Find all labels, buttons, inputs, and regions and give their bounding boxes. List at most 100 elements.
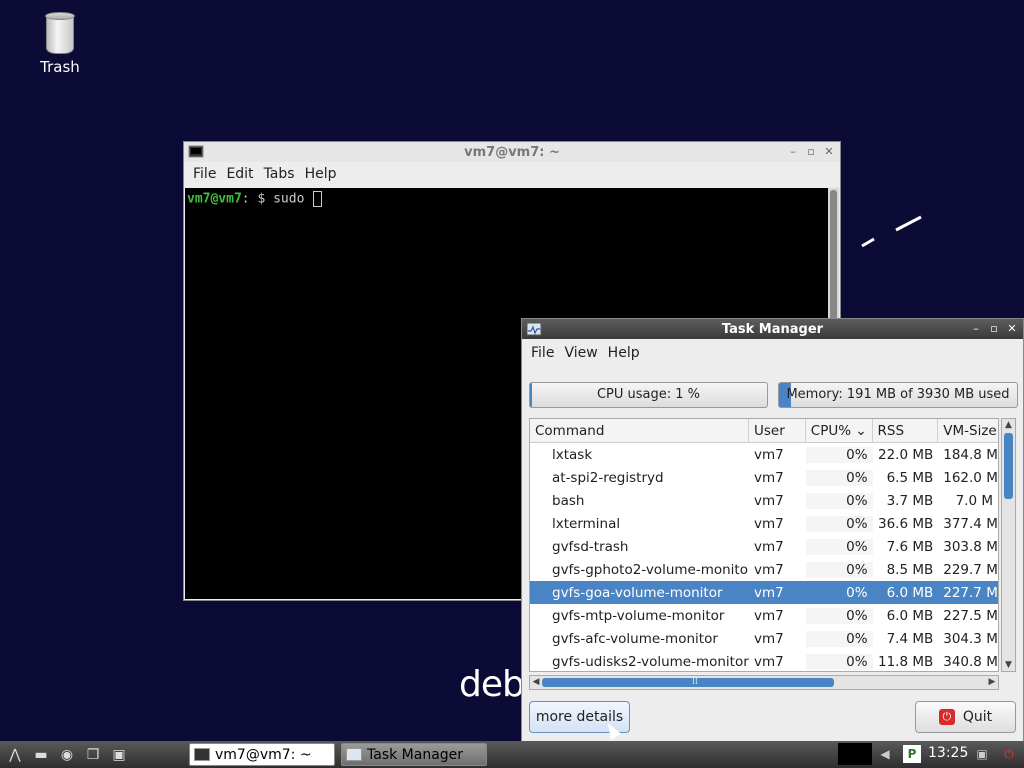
process-command: gvfsd-trash	[552, 538, 629, 555]
maximize-icon[interactable]: ▫	[987, 322, 1001, 336]
table-row[interactable]: at-spi2-registryd vm7 0% 6.5 MB 162.0 M	[530, 466, 998, 489]
table-row[interactable]: gvfs-mtp-volume-monitor vm7 0% 6.0 MB 227.5 …	[530, 604, 998, 627]
menu-tabs[interactable]: Tabs	[259, 166, 300, 182]
file-manager-icon[interactable]: ▬	[30, 745, 52, 765]
process-user: vm7	[754, 469, 784, 486]
task-manager-titlebar[interactable]: Task Manager – ▫ ✕	[522, 319, 1023, 339]
column-command[interactable]: Command	[530, 419, 749, 442]
column-cpu[interactable]: CPU% ⌄	[806, 419, 873, 442]
table-row[interactable]: gvfs-gphoto2-volume-monitor vm7 0% 8.5 MB 22…	[530, 558, 998, 581]
process-rss: 8.5 MB	[886, 561, 934, 578]
terminal-titlebar[interactable]: vm7@vm7: ~ – ▫ ✕	[184, 142, 840, 162]
column-cpu-label: CPU%	[810, 423, 852, 439]
memory-usage-bar: Memory: 191 MB of 3930 MB used	[778, 382, 1018, 408]
process-vm-size: 340.8 M	[943, 653, 998, 670]
menu-file[interactable]: File	[526, 345, 559, 361]
menu-view[interactable]: View	[559, 345, 602, 361]
close-icon[interactable]: ✕	[822, 145, 836, 159]
process-rss: 7.6 MB	[886, 538, 934, 555]
taskbar-task-task-manager[interactable]: Task Manager	[341, 743, 487, 766]
table-row[interactable]: bash vm7 0% 3.7 MB 7.0 M	[530, 489, 998, 512]
maximize-icon[interactable]: ▫	[804, 145, 818, 159]
column-rss[interactable]: RSS	[873, 419, 939, 442]
taskbar-task-terminal-label: vm7@vm7: ~	[215, 746, 312, 763]
prompt-command: : $ sudo	[241, 191, 313, 207]
process-command: gvfs-udisks2-volume-monitor	[552, 653, 749, 670]
process-command: lxtask	[552, 446, 593, 463]
taskbar-task-terminal[interactable]: vm7@vm7: ~	[189, 743, 335, 766]
scroll-down-icon[interactable]: ▼	[1002, 659, 1015, 671]
table-row[interactable]: gvfs-goa-volume-monitor vm7 0% 6.0 MB 227.7 …	[530, 581, 998, 604]
process-cpu: 0%	[805, 469, 873, 486]
horizontal-scroll-thumb[interactable]: ⁞⁞	[542, 677, 834, 687]
process-cpu: 0%	[805, 607, 873, 624]
task-manager-window-icon	[526, 322, 542, 336]
memory-usage-text: Memory: 191 MB of 3930 MB used	[786, 387, 1010, 402]
process-user: vm7	[754, 515, 784, 532]
minimize-icon[interactable]: –	[786, 145, 800, 159]
vertical-scroll-thumb[interactable]	[1004, 433, 1013, 499]
terminal-menubar: File Edit Tabs Help	[184, 162, 840, 186]
process-rss: 3.7 MB	[886, 492, 934, 509]
table-row[interactable]: gvfsd-trash vm7 0% 7.6 MB 303.8 M	[530, 535, 998, 558]
task-manager-window[interactable]: Task Manager – ▫ ✕ File View Help CPU us…	[521, 318, 1024, 742]
process-rss: 36.6 MB	[877, 515, 934, 532]
terminal-title: vm7@vm7: ~	[464, 144, 560, 160]
quit-label: Quit	[962, 709, 993, 725]
show-desktop-icon[interactable]: ❐	[82, 745, 104, 765]
process-vm-size: 227.5 M	[943, 607, 998, 624]
close-icon[interactable]: ✕	[1005, 322, 1019, 336]
table-row[interactable]: lxtask vm7 0% 22.0 MB 184.8 M	[530, 443, 998, 466]
process-vm-size: 162.0 M	[943, 469, 998, 486]
process-cpu: 0%	[805, 515, 873, 532]
menu-edit[interactable]: Edit	[221, 166, 258, 182]
column-user[interactable]: User	[749, 419, 806, 442]
process-cpu: 0%	[805, 538, 873, 555]
cpu-usage-bar: CPU usage: 1 %	[529, 382, 768, 408]
process-user: vm7	[754, 492, 784, 509]
logout-icon[interactable]: ⏻	[1000, 745, 1018, 763]
table-row[interactable]: lxterminal vm7 0% 36.6 MB 377.4 M	[530, 512, 998, 535]
terminal-window-icon	[188, 145, 204, 158]
start-menu-icon[interactable]: ⋀	[4, 745, 26, 765]
process-rss: 22.0 MB	[877, 446, 934, 463]
scroll-left-icon[interactable]: ◀	[530, 676, 542, 689]
scroll-up-icon[interactable]: ▲	[1002, 419, 1015, 431]
menu-help[interactable]: Help	[300, 166, 342, 182]
process-vm-size: 229.7 M	[943, 561, 998, 578]
minimize-icon[interactable]: –	[969, 322, 983, 336]
process-user: vm7	[754, 561, 784, 578]
menu-help[interactable]: Help	[603, 345, 645, 361]
clock[interactable]: 13:25	[928, 745, 968, 761]
process-command: gvfs-gphoto2-volume-monitor	[552, 561, 750, 578]
task-manager-menubar: File View Help	[522, 341, 1023, 365]
sort-chevron-down-icon: ⌄	[855, 423, 867, 439]
table-row[interactable]: gvfs-udisks2-volume-monitor vm7 0% 11.8 MB 3…	[530, 650, 998, 671]
process-vm-size: 377.4 M	[943, 515, 998, 532]
process-user: vm7	[754, 446, 784, 463]
cpu-usage-text: CPU usage: 1 %	[596, 387, 701, 402]
table-row[interactable]: gvfs-afc-volume-monitor vm7 0% 7.4 MB 304.3 …	[530, 627, 998, 650]
process-cpu: 0%	[805, 492, 873, 509]
process-list-horizontal-scrollbar[interactable]: ◀ ⁞⁞ ▶	[529, 675, 999, 690]
volume-icon[interactable]: ◀	[876, 745, 894, 763]
trash-desktop-icon[interactable]: Trash	[30, 12, 90, 76]
menu-file[interactable]: File	[188, 166, 221, 182]
lock-screen-icon[interactable]: ▣	[973, 745, 991, 763]
workspace-switcher-icon[interactable]: ▣	[108, 745, 130, 765]
process-cpu: 0%	[805, 446, 873, 463]
clipboard-icon[interactable]: P	[903, 745, 921, 763]
process-list[interactable]: Command User CPU% ⌄ RSS VM-Size lxtask vm…	[529, 418, 999, 672]
prompt-user: vm7@vm7	[187, 191, 242, 207]
scroll-right-icon[interactable]: ▶	[986, 676, 998, 689]
process-cpu: 0%	[805, 630, 873, 647]
quit-button[interactable]: ⏻ Quit	[915, 701, 1016, 733]
process-list-vertical-scrollbar[interactable]: ▲ ▼	[1001, 418, 1016, 672]
process-rss: 6.0 MB	[886, 607, 934, 624]
process-command: gvfs-goa-volume-monitor	[552, 584, 723, 601]
process-vm-size: 227.7 M	[943, 584, 998, 601]
column-vm-size[interactable]: VM-Size	[938, 419, 998, 442]
browser-icon[interactable]: ◉	[56, 745, 78, 765]
task-manager-title: Task Manager	[721, 321, 824, 337]
process-cpu: 0%	[805, 653, 873, 670]
